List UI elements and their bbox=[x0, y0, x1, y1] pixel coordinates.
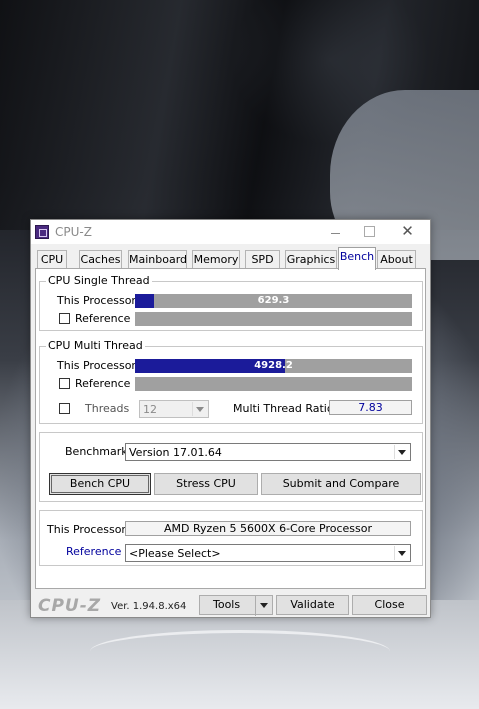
cpuz-brand-logo: CPU-Z bbox=[38, 596, 102, 616]
validate-button[interactable]: Validate bbox=[276, 595, 349, 615]
footer-bar: CPU-Z Ver. 1.94.8.x64 Tools Validate Clo… bbox=[31, 592, 430, 618]
tab-cpu[interactable]: CPU bbox=[37, 250, 67, 269]
multi-thread-ratio-value: 7.83 bbox=[329, 400, 412, 415]
tab-about[interactable]: About bbox=[377, 250, 416, 269]
processor-group: This Processor AMD Ryzen 5 5600X 6-Core … bbox=[39, 510, 423, 566]
close-icon: ✕ bbox=[401, 222, 414, 240]
single-this-processor-label: This Processor bbox=[57, 294, 136, 307]
cpuz-app-icon bbox=[35, 225, 49, 239]
multi-thread-group: CPU Multi Thread This Processor 4928.2 R… bbox=[39, 339, 423, 424]
background-photo-bow bbox=[90, 630, 390, 673]
window-title: CPU-Z bbox=[55, 225, 92, 239]
single-reference-bar bbox=[135, 312, 412, 326]
reference-label: Reference bbox=[66, 545, 122, 558]
this-processor-label: This Processor bbox=[47, 523, 126, 536]
close-window-button[interactable]: ✕ bbox=[385, 220, 430, 244]
tab-caches[interactable]: Caches bbox=[79, 250, 122, 269]
threads-select[interactable]: 12 bbox=[139, 400, 209, 418]
benchmark-label: Benchmark bbox=[65, 445, 128, 458]
multi-reference-checkbox[interactable] bbox=[59, 378, 70, 389]
multi-this-processor-score: 4928.2 bbox=[254, 360, 293, 371]
bench-panel: CPU Single Thread This Processor 629.3 R… bbox=[35, 268, 426, 589]
this-processor-name: AMD Ryzen 5 5600X 6-Core Processor bbox=[125, 521, 411, 536]
single-reference-checkbox[interactable] bbox=[59, 313, 70, 324]
benchmark-group: Benchmark Version 17.01.64 Bench CPU Str… bbox=[39, 432, 423, 502]
single-reference-label: Reference bbox=[75, 312, 131, 325]
reference-processor-select[interactable]: <Please Select> bbox=[125, 544, 411, 562]
multi-reference-label: Reference bbox=[75, 377, 131, 390]
multi-reference-bar bbox=[135, 377, 412, 391]
chevron-down-icon[interactable] bbox=[255, 596, 272, 616]
tab-mainboard[interactable]: Mainboard bbox=[128, 250, 187, 269]
submit-and-compare-button[interactable]: Submit and Compare bbox=[261, 473, 421, 495]
minimize-icon bbox=[331, 233, 340, 234]
stress-cpu-button[interactable]: Stress CPU bbox=[154, 473, 258, 495]
maximize-icon bbox=[364, 226, 375, 237]
single-this-processor-score: 629.3 bbox=[257, 295, 290, 306]
tab-graphics[interactable]: Graphics bbox=[285, 250, 337, 269]
threads-label: Threads bbox=[85, 402, 130, 415]
multi-this-processor-bar: 4928.2 bbox=[135, 359, 412, 373]
tab-memory[interactable]: Memory bbox=[192, 250, 240, 269]
threads-checkbox[interactable] bbox=[59, 403, 70, 414]
single-thread-legend: CPU Single Thread bbox=[46, 274, 152, 287]
chevron-down-icon bbox=[394, 445, 409, 459]
multi-this-processor-label: This Processor bbox=[57, 359, 136, 372]
multi-thread-legend: CPU Multi Thread bbox=[46, 339, 145, 352]
version-text: Ver. 1.94.8.x64 bbox=[111, 601, 187, 612]
tools-button-label: Tools bbox=[213, 598, 241, 611]
multi-thread-ratio-label: Multi Thread Ratio bbox=[233, 402, 334, 415]
benchmark-version-select[interactable]: Version 17.01.64 bbox=[125, 443, 411, 461]
bench-cpu-button[interactable]: Bench CPU bbox=[49, 473, 151, 495]
threads-select-value: 12 bbox=[143, 403, 157, 416]
cpuz-window: CPU-Z ✕ CPU Caches Mainboard Memory SPD … bbox=[30, 219, 431, 618]
benchmark-version-value: Version 17.01.64 bbox=[129, 446, 222, 459]
tools-button[interactable]: Tools bbox=[199, 595, 273, 616]
tab-spd[interactable]: SPD bbox=[245, 250, 280, 269]
chevron-down-icon bbox=[394, 546, 409, 560]
reference-processor-value: <Please Select> bbox=[129, 547, 221, 560]
single-this-processor-bar: 629.3 bbox=[135, 294, 412, 308]
single-thread-group: CPU Single Thread This Processor 629.3 R… bbox=[39, 274, 423, 331]
tab-bench[interactable]: Bench bbox=[338, 247, 376, 270]
close-button[interactable]: Close bbox=[352, 595, 427, 615]
title-bar[interactable]: CPU-Z ✕ bbox=[31, 220, 430, 244]
chevron-down-icon bbox=[192, 402, 207, 416]
